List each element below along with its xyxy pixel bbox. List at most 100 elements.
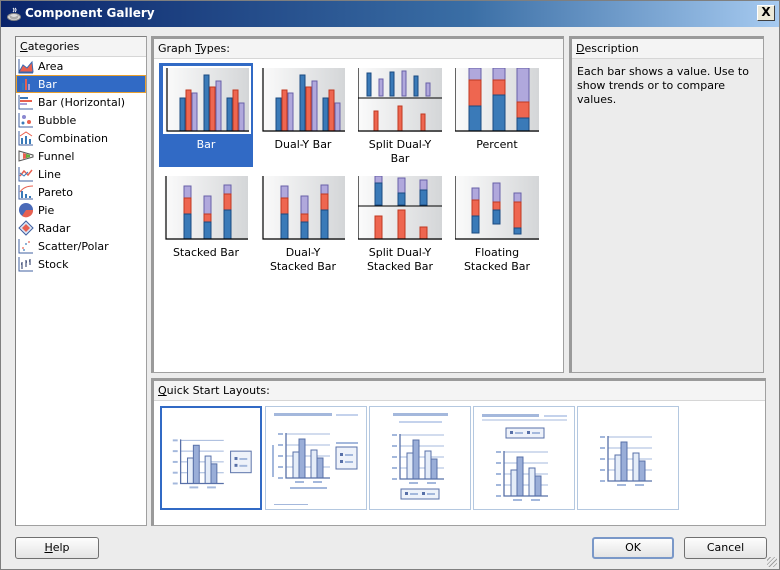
quick-start-layout-title-legend-right[interactable] xyxy=(265,406,367,510)
cancel-button[interactable]: Cancel xyxy=(684,537,767,559)
graph-type-label-line1: Split Dual-Y xyxy=(368,138,432,151)
graph-type-label-line2: Bar xyxy=(390,152,410,165)
description-header-text: escription xyxy=(584,42,639,55)
graph-type-label-line1: Stacked Bar xyxy=(172,246,240,259)
layout-chart-only-icon xyxy=(600,436,652,486)
categories-header-text: ategories xyxy=(27,40,80,53)
funnel-chart-icon xyxy=(18,150,34,162)
quick-start-layout-legend-right[interactable] xyxy=(160,406,262,510)
graph-type-label: Dual-Y Stacked Bar xyxy=(256,246,350,274)
quick-start-mnemonic: Q xyxy=(158,384,167,397)
category-item-radar[interactable]: Radar xyxy=(16,219,146,237)
layout-title-legend-bottom-icon xyxy=(392,413,448,500)
graph-type-label-line1: Bar xyxy=(196,138,216,151)
quick-start-layout-title-legend-bottom[interactable] xyxy=(369,406,471,510)
graph-type-bar[interactable]: Bar xyxy=(159,63,253,167)
layout-legend-right-icon xyxy=(172,439,252,489)
graph-type-dual-y-bar[interactable]: Dual-Y Bar xyxy=(256,63,350,167)
scatter-chart-icon xyxy=(18,239,33,254)
combination-chart-icon xyxy=(18,131,33,146)
stock-chart-icon xyxy=(18,257,33,272)
split-dual-y-stacked-bar-thumbnail-icon xyxy=(358,176,442,240)
area-chart-icon xyxy=(18,59,34,74)
graph-type-label-line2: Stacked Bar xyxy=(463,260,531,273)
graph-type-label: Stacked Bar xyxy=(159,246,253,260)
graph-type-label-line1: Split Dual-Y xyxy=(368,246,432,259)
percent-thumbnail-icon xyxy=(455,68,539,132)
graph-types-header: Graph Types: xyxy=(154,39,563,59)
bar-chart-icon xyxy=(18,77,33,92)
graph-types-header-text: Graph xyxy=(158,42,196,55)
quick-start-layout-chart-only[interactable] xyxy=(577,406,679,510)
graph-type-label: Bar xyxy=(159,138,253,152)
quick-start-layout-title-legend-top[interactable] xyxy=(473,406,575,510)
ok-button[interactable]: OK xyxy=(592,537,674,559)
description-panel: Description Each bar shows a value. Use … xyxy=(569,36,764,373)
graph-type-label-line2: Stacked Bar xyxy=(366,260,434,273)
graph-type-label-line1: Percent xyxy=(476,138,518,151)
category-item-bubble[interactable]: Bubble xyxy=(16,111,146,129)
bar-thumbnail-icon xyxy=(163,66,251,134)
help-button[interactable]: Help xyxy=(15,537,99,559)
graph-type-label-line1: Dual-Y xyxy=(285,246,321,259)
category-label: Bar (Horizontal) xyxy=(38,95,126,109)
stacked-bar-thumbnail-icon xyxy=(164,176,248,240)
bubble-chart-icon xyxy=(18,113,33,128)
category-label: Pie xyxy=(38,203,55,217)
category-item-funnel[interactable]: Funnel xyxy=(16,147,146,165)
category-label: Line xyxy=(38,167,61,181)
category-item-combination[interactable]: Combination xyxy=(16,129,146,147)
quick-start-panel: Quick Start Layouts: xyxy=(151,378,766,526)
graph-types-panel: Graph Types: Bar Dual-Y Bar Split Dual-Y Ba… xyxy=(151,36,564,373)
categories-list: Area Bar Bar (Horizontal) Bubble Combination… xyxy=(16,57,146,273)
graph-type-split-dual-y-stacked-bar[interactable]: Split Dual-Y Stacked Bar xyxy=(353,171,447,275)
category-item-line[interactable]: Line xyxy=(16,165,146,183)
split-dual-y-bar-thumbnail-icon xyxy=(358,68,442,132)
help-mnemonic: H xyxy=(44,541,53,554)
category-label: Scatter/Polar xyxy=(38,239,109,253)
categories-mnemonic: C xyxy=(20,40,28,53)
graph-type-label-line1: Floating xyxy=(474,246,520,259)
graph-type-label: Floating Stacked Bar xyxy=(450,246,544,274)
category-item-bar[interactable]: Bar xyxy=(16,75,146,93)
graph-type-label: Split Dual-Y Bar xyxy=(353,138,447,166)
dual-y-bar-thumbnail-icon xyxy=(261,68,345,132)
layout-title-legend-right-icon xyxy=(272,413,358,505)
category-item-pareto[interactable]: Pareto xyxy=(16,183,146,201)
graph-type-floating-stacked-bar[interactable]: Floating Stacked Bar xyxy=(450,171,544,275)
graph-type-label: Dual-Y Bar xyxy=(256,138,350,152)
close-button[interactable]: X xyxy=(757,5,775,21)
pie-chart-icon xyxy=(19,203,34,218)
category-item-area[interactable]: Area xyxy=(16,57,146,75)
coffee-cup-icon xyxy=(7,7,21,21)
category-label: Bar xyxy=(38,77,57,91)
pareto-chart-icon xyxy=(18,185,34,200)
category-item-stock[interactable]: Stock xyxy=(16,255,146,273)
resize-grip[interactable] xyxy=(767,557,777,567)
graph-type-split-dual-y-bar[interactable]: Split Dual-Y Bar xyxy=(353,63,447,167)
line-chart-icon xyxy=(18,167,33,182)
category-item-bar-horizontal[interactable]: Bar (Horizontal) xyxy=(16,93,146,111)
categories-panel: Categories Area Bar Bar (Horizontal) Bubble… xyxy=(15,36,147,526)
quick-start-header: Quick Start Layouts: xyxy=(154,381,765,401)
dual-y-stacked-bar-thumbnail-icon xyxy=(261,176,345,240)
horizontal-bar-chart-icon xyxy=(18,95,33,110)
category-label: Combination xyxy=(38,131,108,145)
graph-type-percent[interactable]: Percent xyxy=(450,63,544,167)
category-label: Pareto xyxy=(38,185,73,199)
graph-type-label: Split Dual-Y Stacked Bar xyxy=(353,246,447,274)
category-label: Radar xyxy=(38,221,71,235)
layout-title-legend-top-icon xyxy=(482,414,567,501)
component-gallery-dialog: Component Gallery X Categories Area Bar Ba… xyxy=(0,0,780,570)
graph-type-stacked-bar[interactable]: Stacked Bar xyxy=(159,171,253,275)
graph-type-dual-y-stacked-bar[interactable]: Dual-Y Stacked Bar xyxy=(256,171,350,275)
floating-stacked-bar-thumbnail-icon xyxy=(455,176,539,240)
categories-header: Categories xyxy=(16,37,146,57)
category-item-pie[interactable]: Pie xyxy=(16,201,146,219)
graph-types-header-text-end: ypes: xyxy=(200,42,230,55)
category-item-scatter-polar[interactable]: Scatter/Polar xyxy=(16,237,146,255)
graph-type-label: Percent xyxy=(450,138,544,152)
title-bar[interactable]: Component Gallery X xyxy=(1,1,779,27)
category-label: Funnel xyxy=(38,149,75,163)
help-label: elp xyxy=(52,541,70,554)
